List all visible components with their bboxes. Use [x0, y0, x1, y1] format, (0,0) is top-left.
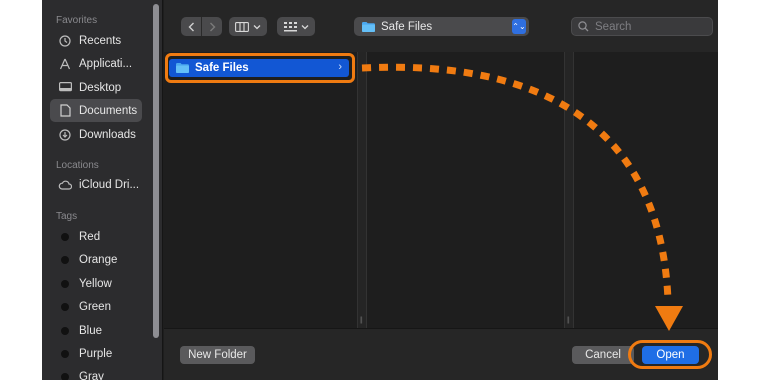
tag-dot-icon — [61, 326, 69, 335]
tag-dot-icon — [61, 255, 69, 264]
sidebar-item-label: Applicati... — [79, 57, 133, 70]
group-button[interactable] — [277, 17, 315, 36]
dialog-footer: New Folder Cancel Open — [164, 328, 718, 380]
download-icon — [58, 128, 72, 142]
cloud-icon — [58, 178, 72, 192]
toolbar: Safe Files ⌃⌄ Search — [164, 0, 718, 52]
tag-dot-icon — [61, 302, 69, 311]
folder-icon — [362, 21, 375, 32]
resize-grip-icon: || — [360, 317, 362, 324]
document-icon — [58, 104, 72, 118]
tag-dot-icon — [61, 372, 69, 380]
location-popup[interactable]: Safe Files ⌃⌄ — [354, 17, 529, 36]
columns-view-icon — [235, 21, 249, 32]
tag-gray[interactable]: Gray — [50, 365, 142, 380]
chevron-down-icon — [253, 24, 261, 29]
locations-heading: Locations — [56, 160, 99, 171]
sidebar: Favorites Recents Applicati... Desktop D… — [42, 0, 163, 380]
sidebar-item-applications[interactable]: Applicati... — [50, 52, 142, 75]
sidebar-item-label: Downloads — [79, 128, 136, 141]
new-folder-button[interactable]: New Folder — [180, 346, 255, 364]
column-divider[interactable]: || — [357, 52, 367, 328]
tag-label: Red — [79, 230, 101, 243]
favorites-heading: Favorites — [56, 15, 98, 26]
search-placeholder: Search — [595, 20, 632, 33]
tag-red[interactable]: Red — [50, 225, 142, 248]
tag-label: Orange — [79, 253, 118, 266]
applications-icon — [58, 57, 72, 71]
sidebar-item-label: Recents — [79, 34, 122, 47]
tag-label: Gray — [79, 370, 104, 380]
cancel-button[interactable]: Cancel — [572, 346, 634, 364]
search-field[interactable]: Search — [571, 17, 713, 36]
column-divider[interactable]: || — [564, 52, 574, 328]
tags-heading: Tags — [56, 211, 78, 222]
tag-purple[interactable]: Purple — [50, 342, 142, 365]
resize-grip-icon: || — [567, 317, 569, 324]
tag-dot-icon — [61, 232, 69, 241]
tag-dot-icon — [61, 349, 69, 358]
view-mode-button[interactable] — [229, 17, 267, 36]
clock-icon — [58, 34, 72, 48]
tag-dot-icon — [61, 279, 69, 288]
sidebar-item-documents[interactable]: Documents — [50, 99, 142, 122]
location-label: Safe Files — [381, 20, 433, 33]
tag-label: Purple — [79, 347, 113, 360]
folder-row-safe-files[interactable]: Safe Files › — [169, 59, 349, 77]
sidebar-item-label: iCloud Dri... — [79, 178, 140, 191]
up-down-chevron-icon: ⌃⌄ — [512, 19, 526, 34]
tag-label: Yellow — [79, 277, 112, 290]
open-button[interactable]: Open — [642, 346, 699, 364]
chevron-down-icon — [301, 24, 308, 29]
file-open-dialog: Favorites Recents Applicati... Desktop D… — [42, 0, 718, 380]
nav-back-forward — [181, 17, 222, 36]
tag-orange[interactable]: Orange — [50, 248, 142, 271]
tag-green[interactable]: Green — [50, 295, 142, 318]
sidebar-item-downloads[interactable]: Downloads — [50, 123, 142, 146]
column-browser: Safe Files › || || — [164, 52, 718, 328]
folder-row-label: Safe Files — [195, 62, 249, 74]
tag-label: Green — [79, 300, 111, 313]
forward-button[interactable] — [202, 17, 222, 36]
chevron-right-icon — [209, 22, 215, 31]
sidebar-scrollbar[interactable] — [153, 4, 159, 338]
sidebar-item-recents[interactable]: Recents — [50, 29, 142, 52]
grid-icon — [283, 21, 297, 31]
chevron-right-icon: › — [338, 61, 342, 73]
search-icon — [578, 21, 589, 32]
chevron-left-icon — [188, 22, 194, 31]
sidebar-item-label: Documents — [79, 104, 138, 117]
desktop-icon — [58, 81, 72, 95]
back-button[interactable] — [181, 17, 202, 36]
tag-blue[interactable]: Blue — [50, 319, 142, 342]
folder-icon — [176, 63, 189, 73]
sidebar-item-icloud-drive[interactable]: iCloud Dri... — [50, 173, 142, 196]
tag-label: Blue — [79, 324, 103, 337]
sidebar-item-desktop[interactable]: Desktop — [50, 76, 142, 99]
sidebar-item-label: Desktop — [79, 81, 122, 94]
tag-yellow[interactable]: Yellow — [50, 272, 142, 295]
